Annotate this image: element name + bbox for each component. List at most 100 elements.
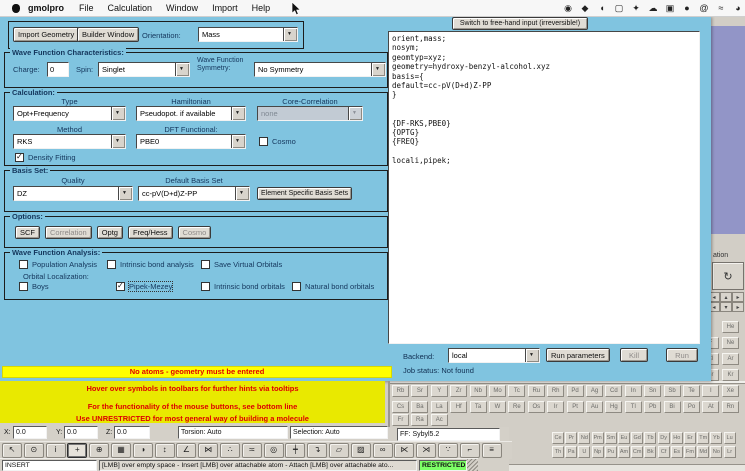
spin-select[interactable]: Singlet <box>98 62 190 77</box>
import-geometry-button[interactable]: Import Geometry <box>13 27 79 42</box>
element-hf[interactable]: Hf <box>450 401 467 413</box>
element-in[interactable]: In <box>625 385 642 397</box>
element-tb[interactable]: Tb <box>644 432 656 444</box>
browser-icon[interactable]: ◕ <box>733 3 743 13</box>
menu-file[interactable]: File <box>72 3 101 13</box>
element-ba[interactable]: Ba <box>411 401 428 413</box>
element-pm[interactable]: Pm <box>592 432 604 444</box>
element-w[interactable]: W <box>489 401 506 413</box>
apple-icon[interactable] <box>12 4 20 13</box>
force-field-field[interactable]: FF: Sybyl5.2 <box>397 428 500 441</box>
element-nd[interactable]: Nd <box>578 432 590 444</box>
element-pt[interactable]: Pt <box>567 401 584 413</box>
element-at[interactable]: At <box>702 401 719 413</box>
builder-window-button[interactable]: Builder Window <box>77 27 139 42</box>
hand-icon[interactable]: ✦ <box>631 3 641 14</box>
dropdown-arrow-icon[interactable] <box>235 187 249 200</box>
circle-icon[interactable]: ◉ <box>563 3 573 14</box>
element-ho[interactable]: Ho <box>671 432 683 444</box>
element-am[interactable]: Am <box>618 446 630 458</box>
dropdown-arrow-icon[interactable] <box>371 63 385 76</box>
checkbox-box[interactable] <box>19 260 28 269</box>
element-pd[interactable]: Pd <box>567 385 584 397</box>
checkbox-box[interactable] <box>107 260 116 269</box>
element-specific-basis-button[interactable]: Element Specific Basis Sets <box>257 187 352 200</box>
select-region-tool-icon[interactable]: ▦ <box>111 443 131 458</box>
dropdown-arrow-icon[interactable] <box>231 135 245 148</box>
clamp-left-tool-icon[interactable]: ⋉ <box>394 443 414 458</box>
element-la[interactable]: La <box>431 401 448 413</box>
element-po[interactable]: Po <box>683 401 700 413</box>
rotate-up-icon[interactable]: ▴ <box>720 292 732 302</box>
element-y[interactable]: Y <box>431 385 448 397</box>
orientation-select[interactable]: Mass <box>198 27 298 42</box>
quality-select[interactable]: DZ <box>13 186 133 201</box>
backend-select[interactable]: local <box>448 348 540 363</box>
element-ra[interactable]: Ra <box>411 414 428 426</box>
method-select[interactable]: RKS <box>13 134 126 149</box>
rotation-tool-button[interactable]: ↻ <box>712 262 744 290</box>
element-lu[interactable]: Lu <box>724 432 736 444</box>
pan-right-icon[interactable]: ▸ <box>732 302 744 312</box>
torsion-tool-icon[interactable]: ⋈ <box>198 443 218 458</box>
resize-grip[interactable] <box>467 459 478 471</box>
switch-freehand-button[interactable]: Switch to free-hand input (irreversible!… <box>452 17 588 30</box>
element-nb[interactable]: Nb <box>470 385 487 397</box>
element-ne[interactable]: Ne <box>722 337 739 349</box>
symmetry-select[interactable]: No Symmetry <box>254 62 386 77</box>
element-pa[interactable]: Pa <box>565 446 577 458</box>
default-basis-select[interactable]: cc-pV(D+d)Z-PP <box>138 186 250 201</box>
volume-icon[interactable]: ◖ <box>597 3 607 13</box>
element-ir[interactable]: Ir <box>547 401 564 413</box>
options-freq-hess-button[interactable]: Freq/Hess <box>128 226 173 239</box>
measure-tool-icon[interactable]: ┿ <box>285 443 305 458</box>
element-rn[interactable]: Rn <box>722 401 739 413</box>
element-tm[interactable]: Tm <box>697 432 709 444</box>
angle-tool-icon[interactable]: ∠ <box>176 443 196 458</box>
rotate-right-icon[interactable]: ▸ <box>732 292 744 302</box>
menu-window[interactable]: Window <box>159 3 205 13</box>
torsion-field[interactable]: Torsion: Auto <box>178 426 288 439</box>
element-pb[interactable]: Pb <box>644 401 661 413</box>
clamp-right-tool-icon[interactable]: ⋊ <box>416 443 436 458</box>
checkbox-box[interactable] <box>201 282 210 291</box>
options-optg-button[interactable]: Optg <box>97 226 123 239</box>
hook-tool-icon[interactable]: ↴ <box>307 443 327 458</box>
element-md[interactable]: Md <box>697 446 709 458</box>
menu-import[interactable]: Import <box>205 3 245 13</box>
zoom-tool-icon[interactable]: ⊙ <box>24 443 44 458</box>
element-i[interactable]: I <box>702 385 719 397</box>
element-os[interactable]: Os <box>528 401 545 413</box>
bond-stretch-tool-icon[interactable]: ↕ <box>155 443 175 458</box>
element-cf[interactable]: Cf <box>658 446 670 458</box>
element-ce[interactable]: Ce <box>552 432 564 444</box>
element-eu[interactable]: Eu <box>618 432 630 444</box>
element-mo[interactable]: Mo <box>489 385 506 397</box>
cloud-upload-icon[interactable]: ☁ <box>648 3 658 14</box>
dropdown-arrow-icon[interactable] <box>231 107 245 120</box>
element-he[interactable]: He <box>722 321 739 333</box>
charge-input[interactable] <box>47 62 69 77</box>
link-tool-icon[interactable]: ∞ <box>373 443 393 458</box>
element-np[interactable]: Np <box>592 446 604 458</box>
element-zr[interactable]: Zr <box>450 385 467 397</box>
dropdown-arrow-icon[interactable] <box>175 63 189 76</box>
render-tool-icon[interactable]: ◑ <box>133 443 153 458</box>
element-ac[interactable]: Ac <box>431 414 448 426</box>
insert-atom-tool-icon[interactable]: + <box>67 443 87 458</box>
element-re[interactable]: Re <box>508 401 525 413</box>
element-sr[interactable]: Sr <box>411 385 428 397</box>
element-xe[interactable]: Xe <box>722 385 739 397</box>
leaf-icon[interactable]: ◆ <box>580 3 590 14</box>
element-sn[interactable]: Sn <box>644 385 661 397</box>
element-cm[interactable]: Cm <box>631 446 643 458</box>
element-ru[interactable]: Ru <box>528 385 545 397</box>
z-input[interactable] <box>114 426 150 439</box>
ring-tool-icon[interactable]: ◎ <box>264 443 284 458</box>
menu-help[interactable]: Help <box>245 3 278 13</box>
element-gd[interactable]: Gd <box>631 432 643 444</box>
fragment-tool-icon[interactable]: ∵ <box>438 443 458 458</box>
element-lr[interactable]: Lr <box>724 446 736 458</box>
hamiltonian-select[interactable]: Pseudopot. if available <box>136 106 246 121</box>
element-yb[interactable]: Yb <box>710 432 722 444</box>
